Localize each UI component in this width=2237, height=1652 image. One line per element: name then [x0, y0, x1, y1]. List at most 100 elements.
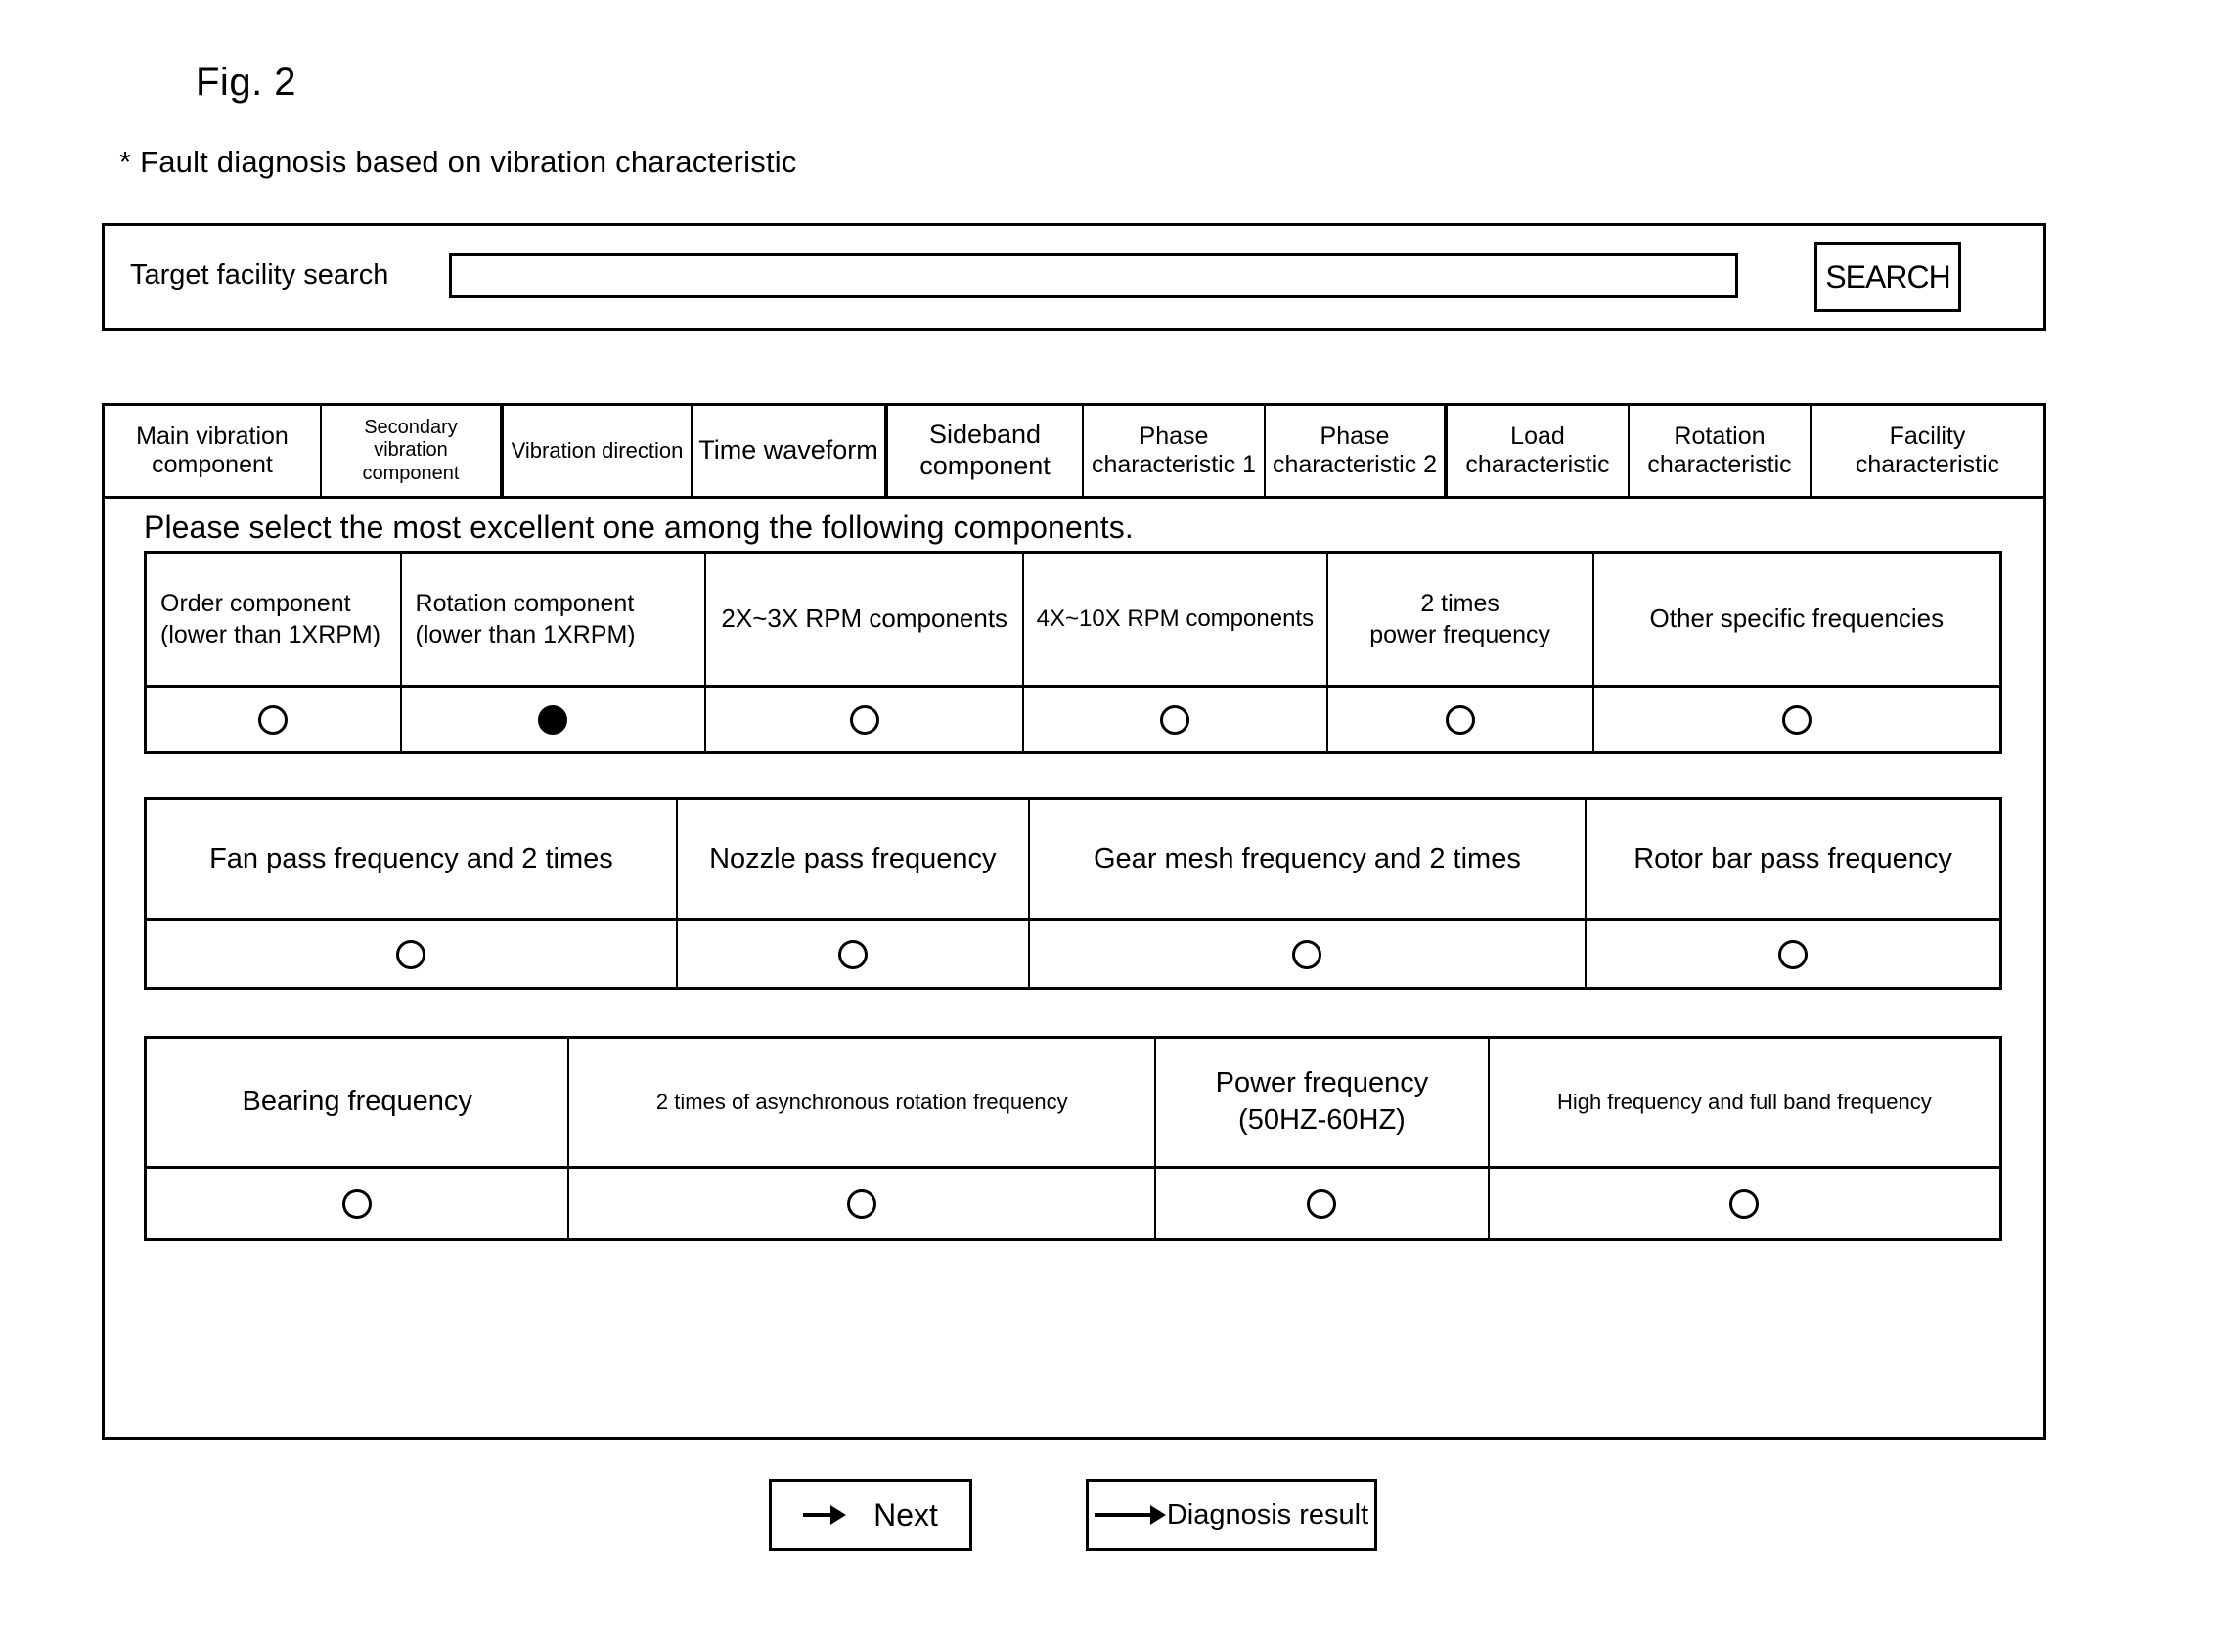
option-label: Bearing frequency — [147, 1039, 570, 1166]
option-label-text: Nozzle pass frequency — [709, 842, 997, 874]
radio-unselected-icon[interactable] — [837, 939, 868, 969]
option-radio[interactable] — [402, 688, 707, 751]
option-group-1: Order component (lower than 1XRPM) Rotatio… — [144, 551, 2002, 754]
diagnosis-result-button[interactable]: Diagnosis result — [1086, 1479, 1377, 1551]
option-radio[interactable] — [1156, 1169, 1490, 1238]
tab-4[interactable]: Time waveform — [693, 406, 888, 496]
option-radio-row — [147, 688, 1999, 751]
radio-unselected-icon[interactable] — [342, 1188, 373, 1219]
option-radio[interactable] — [1024, 688, 1328, 751]
radio-selected-icon[interactable] — [538, 704, 568, 735]
tab-5[interactable]: Sideband component — [888, 406, 1084, 496]
tab-bar: Main vibration component Secondary vibrati… — [102, 403, 2046, 499]
option-radio[interactable] — [706, 688, 1025, 751]
option-label-row: Order component (lower than 1XRPM) Rotatio… — [147, 554, 1999, 688]
tab-label: Load characteristic — [1465, 422, 1610, 479]
option-radio[interactable] — [678, 921, 1030, 987]
option-label-row: Fan pass frequency and 2 times Nozzle pas… — [147, 800, 1999, 921]
option-label: Fan pass frequency and 2 times — [147, 800, 678, 918]
tab-1[interactable]: Main vibration component — [105, 406, 322, 496]
option-label-text: Other specific frequencies — [1649, 603, 1945, 634]
tab-7[interactable]: Phase characteristic 2 — [1266, 406, 1448, 496]
option-label-text: Rotor bar pass frequency — [1633, 842, 1952, 874]
option-label: Gear mesh frequency and 2 times — [1030, 800, 1588, 918]
option-radio[interactable] — [147, 688, 402, 751]
radio-unselected-icon[interactable] — [1160, 704, 1190, 735]
option-label-text: Bearing frequency — [242, 1086, 472, 1118]
tab-label: Rotation characteristic — [1647, 422, 1792, 479]
option-radio[interactable] — [147, 921, 678, 987]
option-label: Other specific frequencies — [1594, 554, 1999, 685]
option-label-text: Fan pass frequency and 2 times — [209, 842, 613, 874]
radio-unselected-icon[interactable] — [1778, 939, 1809, 969]
radio-unselected-icon[interactable] — [258, 704, 289, 735]
search-panel: Target facility search SEARCH — [102, 223, 2046, 331]
option-label-text: Gear mesh frequency and 2 times — [1094, 842, 1521, 874]
radio-unselected-icon[interactable] — [1445, 704, 1475, 735]
option-radio[interactable] — [1490, 1169, 1999, 1238]
option-radio[interactable] — [1594, 688, 1999, 751]
option-radio-row — [147, 921, 1999, 987]
option-group-3: Bearing frequency 2 times of asynchronous… — [144, 1036, 2002, 1241]
option-radio[interactable] — [1030, 921, 1588, 987]
tab-8[interactable]: Load characteristic — [1448, 406, 1630, 496]
option-radio-row — [147, 1169, 1999, 1238]
tab-label: Phase characteristic 1 — [1091, 422, 1257, 479]
option-label: 2X~3X RPM components — [706, 554, 1025, 685]
option-label: Nozzle pass frequency — [678, 800, 1030, 918]
option-label: Power frequency (50HZ-60HZ) — [1156, 1039, 1490, 1166]
tab-label: Sideband component — [919, 420, 1051, 480]
radio-unselected-icon[interactable] — [396, 939, 426, 969]
option-label: Rotation component (lower than 1XRPM) — [402, 554, 707, 685]
option-radio[interactable] — [1328, 688, 1594, 751]
option-label-text: 2X~3X RPM components — [721, 603, 1008, 634]
option-label: Order component (lower than 1XRPM) — [147, 554, 402, 685]
option-label-text: Power frequency (50HZ-60HZ) — [1215, 1067, 1429, 1136]
radio-unselected-icon[interactable] — [849, 704, 879, 735]
option-label-row: Bearing frequency 2 times of asynchronous… — [147, 1039, 1999, 1169]
option-label: 2 times of asynchronous rotation frequen… — [569, 1039, 1157, 1166]
search-button[interactable]: SEARCH — [1814, 242, 1961, 312]
tab-3[interactable]: Vibration direction — [504, 406, 693, 496]
search-input[interactable] — [449, 253, 1738, 298]
option-label: 4X~10X RPM components — [1024, 554, 1328, 685]
option-label-text: Rotation component (lower than 1XRPM) — [415, 589, 636, 649]
diagnosis-result-button-label: Diagnosis result — [1166, 1498, 1369, 1531]
tab-label: Secondary vibration component — [362, 416, 460, 484]
radio-unselected-icon[interactable] — [1292, 939, 1322, 969]
radio-unselected-icon[interactable] — [1781, 704, 1812, 735]
option-label-text: High frequency and full band frequency — [1556, 1089, 1932, 1114]
option-label-text: 4X~10X RPM components — [1036, 605, 1315, 633]
tab-10[interactable]: Facility characteristic — [1812, 406, 2043, 496]
instruction-text: Please select the most excellent one amo… — [144, 510, 1134, 545]
main-panel: Main vibration component Secondary vibrati… — [102, 403, 2046, 1440]
option-label-text: 2 times power frequency — [1369, 589, 1551, 649]
arrow-right-icon — [1094, 1505, 1166, 1525]
option-radio[interactable] — [1587, 921, 1999, 987]
tab-label: Time waveform — [698, 435, 878, 466]
option-label-text: 2 times of asynchronous rotation frequen… — [655, 1089, 1068, 1114]
tab-9[interactable]: Rotation characteristic — [1630, 406, 1812, 496]
radio-unselected-icon[interactable] — [847, 1188, 877, 1219]
option-label: 2 times power frequency — [1328, 554, 1594, 685]
radio-unselected-icon[interactable] — [1729, 1188, 1760, 1219]
tab-label: Main vibration component — [136, 422, 289, 479]
tab-label: Phase characteristic 2 — [1272, 422, 1438, 479]
option-label: Rotor bar pass frequency — [1587, 800, 1999, 918]
figure-subtitle: * Fault diagnosis based on vibration cha… — [119, 145, 797, 179]
tab-6[interactable]: Phase characteristic 1 — [1084, 406, 1266, 496]
tab-label: Vibration direction — [511, 438, 684, 464]
tab-2[interactable]: Secondary vibration component — [322, 406, 504, 496]
arrow-right-icon — [803, 1505, 847, 1525]
search-label: Target facility search — [130, 259, 389, 290]
option-group-2: Fan pass frequency and 2 times Nozzle pas… — [144, 797, 2002, 990]
option-label: High frequency and full band frequency — [1490, 1039, 1999, 1166]
next-button-label: Next — [873, 1496, 938, 1533]
figure-number: Fig. 2 — [196, 61, 297, 104]
option-radio[interactable] — [147, 1169, 570, 1238]
option-label-text: Order component (lower than 1XRPM) — [160, 589, 381, 649]
option-radio[interactable] — [569, 1169, 1157, 1238]
radio-unselected-icon[interactable] — [1307, 1188, 1337, 1219]
next-button[interactable]: Next — [769, 1479, 972, 1551]
tab-label: Facility characteristic — [1855, 422, 2000, 479]
